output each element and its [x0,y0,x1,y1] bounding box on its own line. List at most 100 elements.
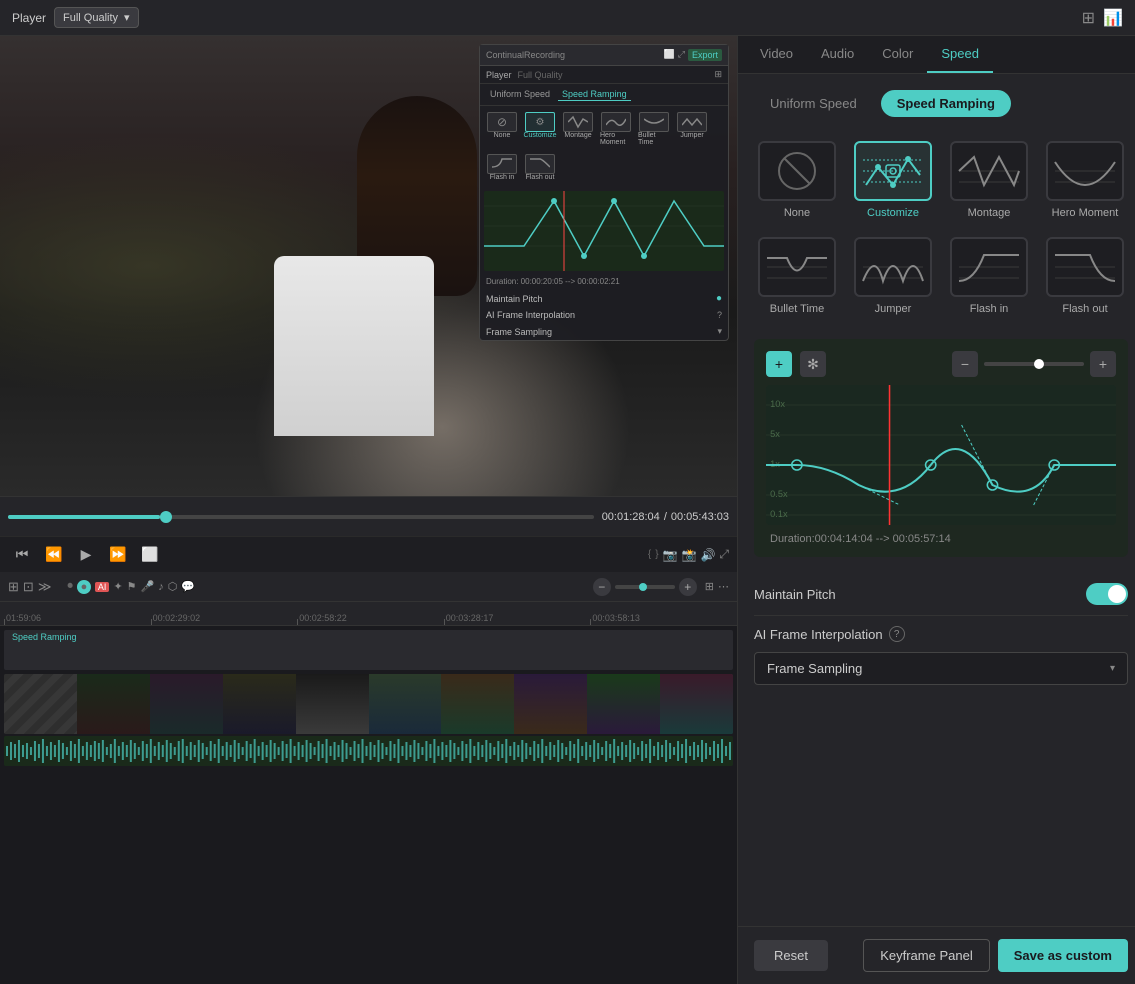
tab-video[interactable]: Video [746,36,807,73]
more-icon[interactable]: ⋯ [718,580,729,593]
voiceover-icon[interactable]: 🎤 [141,580,155,593]
speed-curve-container: + ✻ − + [754,339,1128,557]
ripple-tool[interactable]: ⊞ [8,579,19,595]
preset-jumper[interactable]: Jumper [850,233,936,319]
add-keyframe-btn[interactable]: + [766,351,792,377]
help-icon[interactable]: ? [889,626,905,642]
ruler-tick-3: 00:02:58:22 [297,613,444,623]
fullscreen-btn[interactable]: ⬜ [136,541,164,569]
zoom-slider[interactable] [615,585,675,589]
timeline-zoom: − + ⊞ ⋯ [593,578,729,596]
curve-minus-btn[interactable]: − [952,351,978,377]
inner-preset-none[interactable]: ⊘ None [484,110,520,148]
preset-flash-out[interactable]: Flash out [1042,233,1128,319]
step-back-btn[interactable]: ⏪ [40,541,68,569]
time-display: 00:01:28:04 / 00:05:43:03 [602,511,729,523]
timeline-tools: ⊞ ⊡ ≫ [8,579,51,595]
video-thumb-7 [441,674,514,734]
chart-icon[interactable]: 📊 [1103,8,1123,28]
zoom-plus-btn[interactable]: + [679,578,697,596]
inner-sub-header: Player Full Quality ⊞ [480,66,728,84]
curve-toolbar: + ✻ − + [766,351,1116,377]
layout-icon[interactable]: ⊞ [705,580,714,593]
video-area: ContinualRecording ⬜ ⤢ Export Player Ful… [0,36,737,496]
inner-preset-flash-in[interactable]: Flash in [484,152,520,183]
snapshot-icon[interactable]: 📸 [681,548,696,562]
video-track[interactable] [4,674,733,734]
curve-slider[interactable] [984,362,1084,366]
save-custom-btn[interactable]: Save as custom [998,939,1128,972]
action-buttons-right: Keyframe Panel Save as custom [863,939,1128,972]
video-thumb-3 [150,674,223,734]
audio-icon[interactable]: 🔊 [700,548,715,562]
right-transport: { } 📷 📸 🔊 ⤢ [648,547,729,562]
skip-back-btn[interactable]: ⏮ [8,541,36,569]
inner-speed-panel: ContinualRecording ⬜ ⤢ Export Player Ful… [479,44,729,341]
preset-montage[interactable]: Montage [946,137,1032,223]
bracket-right[interactable]: } [655,549,658,560]
snowflake-btn[interactable]: ✻ [800,351,826,377]
marker-icon[interactable]: ⚑ [127,580,137,593]
tab-color[interactable]: Color [868,36,927,73]
speed-ramp-label: Speed Ramping [12,632,77,642]
preset-montage-icon [950,141,1028,201]
preset-flash-in[interactable]: Flash in [946,233,1032,319]
inner-preset-bullet[interactable]: Bullet Time [636,110,672,148]
bracket-left[interactable]: { [648,549,651,560]
frame-sampling-dropdown[interactable]: Frame Sampling ▾ [754,652,1128,685]
speed-ramp-track: Speed Ramping [4,630,733,670]
preset-bullet[interactable]: Bullet Time [754,233,840,319]
sticker-icon[interactable]: ⬡ [168,580,178,593]
tab-speed[interactable]: Speed [927,36,993,73]
inner-preset-customize[interactable]: ⚙ Customize [522,110,558,148]
music-icon[interactable]: ♪ [158,581,164,593]
expand-icon[interactable]: ⤢ [719,547,729,562]
preset-customize-label: Customize [867,207,919,219]
preset-none[interactable]: None [754,137,840,223]
preset-bullet-icon [758,237,836,297]
inner-tab-ramping[interactable]: Speed Ramping [558,88,631,101]
tab-audio[interactable]: Audio [807,36,868,73]
export-badge[interactable]: Export [688,49,722,61]
progress-bar[interactable] [8,515,594,519]
audio-waveform [4,736,733,766]
current-time: 00:01:28:04 [602,511,660,523]
record-icon[interactable]: ⏺ [67,580,73,593]
preset-hero[interactable]: Hero Moment [1042,137,1128,223]
play-btn[interactable]: ▶ [72,541,100,569]
maintain-pitch-toggle[interactable] [1086,583,1128,605]
time-separator: / [664,511,667,523]
main-content: ContinualRecording ⬜ ⤢ Export Player Ful… [0,36,1135,984]
magnet-tool[interactable]: ⊡ [23,579,34,595]
step-forward-btn[interactable]: ⏩ [104,541,132,569]
svg-text:0.5x: 0.5x [770,489,788,499]
curve-duration: Duration:00:04:14:04 --> 00:05:57:14 [766,533,1116,545]
inner-tab-uniform[interactable]: Uniform Speed [486,88,554,101]
bottom-actions: Reset Keyframe Panel Save as custom [738,926,1135,984]
right-panel-tabs: Video Audio Color Speed [738,36,1135,74]
uniform-speed-btn[interactable]: Uniform Speed [754,90,873,117]
speed-ramping-btn[interactable]: Speed Ramping [881,90,1011,117]
inner-ai-row: AI Frame Interpolation ? [480,307,728,323]
inner-frame-sampling[interactable]: Frame Sampling ▾ [480,323,728,340]
main-curve-area[interactable]: 10x 5x 1x 0.5x 0.1x [766,385,1116,525]
keyframe-panel-btn[interactable]: Keyframe Panel [863,939,990,972]
inner-preset-hero[interactable]: Hero Moment [598,110,634,148]
camera-icon[interactable]: 📷 [663,548,678,562]
reset-btn[interactable]: Reset [754,940,828,971]
zoom-minus-btn[interactable]: − [593,578,611,596]
preset-customize[interactable]: Customize [850,137,936,223]
add-track-icon[interactable]: ● [77,580,91,594]
effects-icon[interactable]: ✦ [113,580,122,593]
inner-preset-flash-out[interactable]: Flash out [522,152,558,183]
split-tool[interactable]: ≫ [38,579,52,595]
right-panel: Video Audio Color Speed Uniform Speed Sp… [737,36,1135,984]
video-thumb-2 [77,674,150,734]
inner-preset-jumper[interactable]: Jumper [674,110,710,148]
curve-plus-btn[interactable]: + [1090,351,1116,377]
progress-thumb[interactable] [160,511,172,523]
inner-preset-montage[interactable]: Montage [560,110,596,148]
caption-icon[interactable]: 💬 [181,580,195,593]
grid-icon[interactable]: ⊞ [1082,8,1095,28]
quality-dropdown[interactable]: Full Quality ▾ [54,7,139,28]
